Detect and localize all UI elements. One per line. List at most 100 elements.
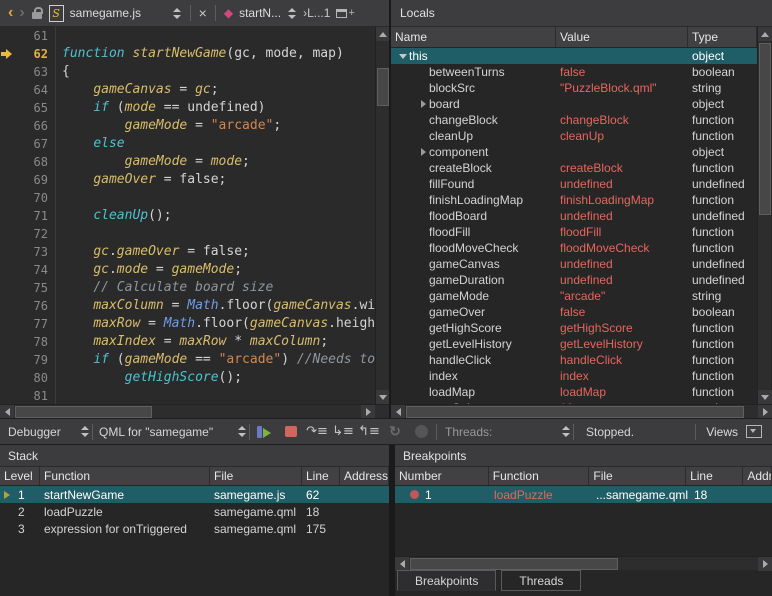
symbol-dropdown-icon[interactable] xyxy=(287,8,297,19)
step-over-icon[interactable]: ↷≡ xyxy=(305,422,329,442)
fold-margin[interactable] xyxy=(48,99,56,117)
expand-icon[interactable] xyxy=(417,148,429,156)
locals-row[interactable]: indexindexfunction xyxy=(391,368,757,384)
stop-debugger-icon[interactable] xyxy=(279,422,303,442)
expand-icon[interactable] xyxy=(417,100,429,108)
line-number[interactable]: 68 xyxy=(18,153,48,171)
breakpoint-margin[interactable] xyxy=(0,153,18,171)
column-header[interactable]: Line xyxy=(302,467,340,485)
symbol-dropdown[interactable]: startN... xyxy=(239,6,281,20)
breakpoints-header[interactable]: NumberFunctionFileLineAddress xyxy=(395,467,772,486)
editor-vscroll-thumb[interactable] xyxy=(377,68,389,106)
locals-row[interactable]: gameOverfalseboolean xyxy=(391,304,757,320)
breakpoint-margin[interactable] xyxy=(0,81,18,99)
fold-margin[interactable] xyxy=(48,351,56,369)
line-number[interactable]: 79 xyxy=(18,351,48,369)
locals-row[interactable]: thisobject xyxy=(391,48,757,64)
line-number[interactable]: 69 xyxy=(18,171,48,189)
back-icon[interactable]: ‹ xyxy=(8,5,13,21)
locals-row[interactable]: changeBlockchangeBlockfunction xyxy=(391,112,757,128)
fold-margin[interactable] xyxy=(48,45,56,63)
column-header[interactable]: Level xyxy=(0,467,40,485)
locals-row[interactable]: handleClickhandleClickfunction xyxy=(391,352,757,368)
scroll-up-icon[interactable] xyxy=(376,27,390,41)
line-number[interactable]: 81 xyxy=(18,387,48,404)
locals-row[interactable]: blockSrc"PuzzleBlock.qml"string xyxy=(391,80,757,96)
step-out-icon[interactable]: ↰≡ xyxy=(357,422,381,442)
debug-target-combobox[interactable]: QML for "samegame" xyxy=(99,425,247,439)
scroll-right-icon[interactable] xyxy=(758,405,772,419)
unlock-icon[interactable] xyxy=(31,6,43,20)
scroll-down-icon[interactable] xyxy=(376,390,390,404)
fold-margin[interactable] xyxy=(48,117,56,135)
column-header[interactable]: Line xyxy=(686,467,743,485)
fold-margin[interactable] xyxy=(48,27,56,45)
tab-threads[interactable]: Threads xyxy=(501,570,581,591)
scroll-left-icon[interactable] xyxy=(391,405,405,419)
column-header[interactable]: Function xyxy=(40,467,210,485)
locals-row[interactable]: getHighScoregetHighScorefunction xyxy=(391,320,757,336)
column-header[interactable]: Name xyxy=(391,27,556,47)
breakpoint-margin[interactable] xyxy=(0,117,18,135)
breakpoint-margin[interactable] xyxy=(0,387,18,404)
scroll-right-icon[interactable] xyxy=(758,557,772,571)
line-number[interactable]: 61 xyxy=(18,27,48,45)
column-header[interactable]: Number xyxy=(395,467,489,485)
fold-margin[interactable] xyxy=(48,333,56,351)
locals-hscroll-thumb[interactable] xyxy=(406,406,744,418)
locals-row[interactable]: fillFoundundefinedundefined xyxy=(391,176,757,192)
locals-row[interactable]: floodBoardundefinedundefined xyxy=(391,208,757,224)
stack-header[interactable]: LevelFunctionFileLineAddress xyxy=(0,467,389,486)
column-header[interactable]: File xyxy=(210,467,302,485)
locals-row[interactable]: createBlockcreateBlockfunction xyxy=(391,160,757,176)
breakpoint-margin[interactable] xyxy=(0,369,18,387)
line-number[interactable]: 75 xyxy=(18,279,48,297)
fold-margin[interactable] xyxy=(48,315,56,333)
threads-combobox[interactable]: Threads: xyxy=(445,425,571,439)
locals-row[interactable]: loadMaploadMapfunction xyxy=(391,384,757,400)
line-number[interactable]: 80 xyxy=(18,369,48,387)
fold-margin[interactable] xyxy=(48,369,56,387)
column-header[interactable]: Function xyxy=(489,467,590,485)
fold-margin[interactable] xyxy=(48,63,56,81)
column-header[interactable]: Type xyxy=(688,27,757,47)
locals-row[interactable]: componentobject xyxy=(391,144,757,160)
line-number[interactable]: 74 xyxy=(18,261,48,279)
locals-vscroll-thumb[interactable] xyxy=(759,43,771,215)
restart-icon[interactable]: ↻ xyxy=(383,422,407,442)
line-number[interactable]: 72 xyxy=(18,225,48,243)
editor-hscrollbar[interactable] xyxy=(0,404,389,418)
breakpoint-margin[interactable] xyxy=(0,225,18,243)
fold-margin[interactable] xyxy=(48,153,56,171)
fold-margin[interactable] xyxy=(48,135,56,153)
step-into-icon[interactable]: ↳≡ xyxy=(331,422,355,442)
views-button[interactable]: Views xyxy=(706,425,738,439)
forward-icon[interactable]: › xyxy=(19,5,24,21)
fold-margin[interactable] xyxy=(48,297,56,315)
line-number[interactable]: 63 xyxy=(18,63,48,81)
locals-row[interactable]: gameMode"arcade"string xyxy=(391,288,757,304)
breakpoint-margin[interactable] xyxy=(0,297,18,315)
locals-header[interactable]: NameValueType xyxy=(391,27,757,48)
locals-row[interactable]: gameCanvasundefinedundefined xyxy=(391,256,757,272)
locals-vscrollbar[interactable] xyxy=(757,27,771,404)
breakpoint-margin[interactable] xyxy=(0,171,18,189)
breakpoint-margin[interactable] xyxy=(0,27,18,45)
code-editor[interactable]: 6162function startNewGame(gc, mode, map)… xyxy=(0,27,375,404)
views-menu-icon[interactable] xyxy=(746,425,762,438)
locals-row[interactable]: getLevelHistorygetLevelHistoryfunction xyxy=(391,336,757,352)
line-number[interactable]: 71 xyxy=(18,207,48,225)
fold-margin[interactable] xyxy=(48,189,56,207)
scroll-right-icon[interactable] xyxy=(361,405,375,419)
breakpoint-margin[interactable] xyxy=(0,63,18,81)
column-header[interactable]: Value xyxy=(556,27,688,47)
stack-row[interactable]: 2loadPuzzlesamegame.qml18 xyxy=(0,503,389,520)
locals-row[interactable]: finishLoadingMapfinishLoadingMapfunction xyxy=(391,192,757,208)
column-header[interactable]: File xyxy=(589,467,686,485)
fold-margin[interactable] xyxy=(48,171,56,189)
fold-margin[interactable] xyxy=(48,387,56,404)
locals-row[interactable]: boardobject xyxy=(391,96,757,112)
breakpoint-row[interactable]: 1loadPuzzle...samegame.qml18 xyxy=(395,486,772,503)
fold-margin[interactable] xyxy=(48,261,56,279)
continue-icon[interactable] xyxy=(253,422,277,442)
